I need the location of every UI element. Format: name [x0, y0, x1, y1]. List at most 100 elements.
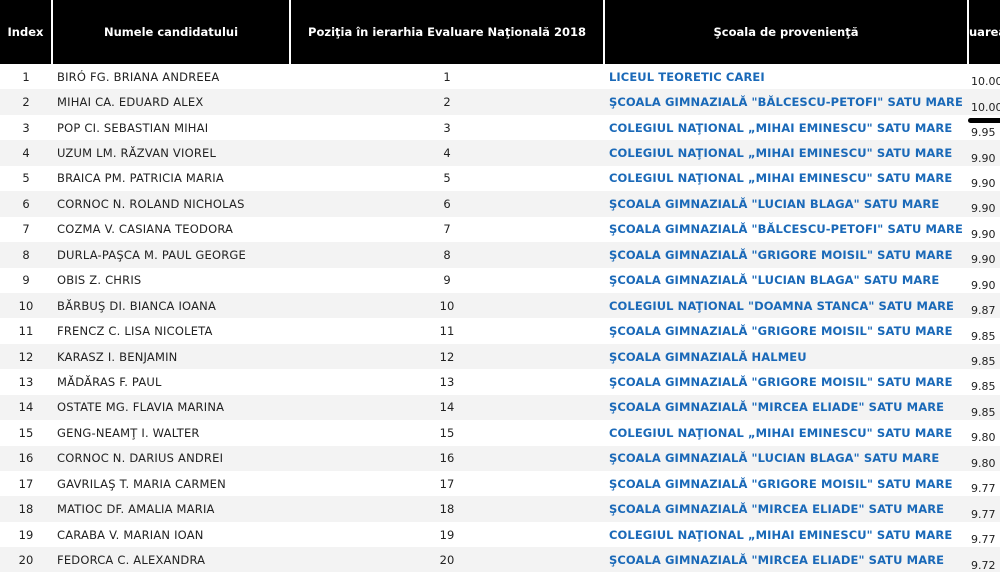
- cell-school-link[interactable]: COLEGIUL NAŢIONAL „MIHAI EMINESCU" SATU …: [604, 420, 968, 445]
- cell-school-link[interactable]: ŞCOALA GIMNAZIALĂ "MIRCEA ELIADE" SATU M…: [604, 547, 968, 572]
- cell-rank: 12: [290, 343, 604, 370]
- cell-score: 9.80: [968, 445, 1000, 471]
- score-value: 9.85: [971, 355, 996, 369]
- cell-school-link[interactable]: COLEGIUL NAŢIONAL „MIHAI EMINESCU" SATU …: [604, 166, 968, 191]
- table-row: 20 FEDORCA C. ALEXANDRA 20 ŞCOALA GIMNAZIAL…: [0, 547, 1000, 572]
- score-value: 9.95: [971, 126, 996, 140]
- score-value: 9.90: [971, 227, 996, 241]
- cell-score: 10.00: [968, 89, 1000, 115]
- cell-school-link[interactable]: ŞCOALA GIMNAZIALĂ "LUCIAN BLAGA" SATU MA…: [604, 268, 968, 293]
- cell-candidate-name: CARABA V. MARIAN IOAN: [57, 527, 204, 542]
- cell-index: 7: [22, 222, 30, 237]
- score-value: 9.77: [971, 482, 996, 496]
- column-header-name[interactable]: Numele candidatului: [52, 0, 291, 64]
- cell-score: 9.90: [968, 217, 1000, 242]
- cell-candidate-name: GAVRILAŞ T. MARIA CARMEN: [57, 476, 226, 491]
- cell-school-link[interactable]: ŞCOALA GIMNAZIALĂ "LUCIAN BLAGA" SATU MA…: [604, 445, 968, 471]
- table-row: 14 OSTATE MG. FLAVIA MARINA 14 ŞCOALA GIMNA…: [0, 394, 1000, 421]
- cell-school-link[interactable]: ŞCOALA GIMNAZIALĂ "GRIGORE MOISIL" SATU …: [604, 369, 968, 394]
- column-header-rank[interactable]: Poziţia în ierarhia Evaluare Naţională 2…: [290, 0, 605, 64]
- cell-rank: 17: [439, 476, 455, 491]
- cell-candidate-name: BIRÓ FG. BRIANA ANDREEA: [57, 69, 220, 84]
- table-row: 18 MATIOC DF. AMALIA MARIA 18 ŞCOALA GIMNAZ…: [0, 496, 1000, 522]
- table-row: 5 BRAICA PM. PATRICIA MARIA 5 COLEGIUL NAŢI…: [0, 166, 1000, 191]
- cell-score: 9.77: [968, 522, 1000, 547]
- cell-index: 15: [18, 425, 34, 440]
- cell-school-link[interactable]: COLEGIUL NAŢIONAL "DOAMNA STANCA" SATU M…: [604, 292, 968, 319]
- cell-school-link[interactable]: ŞCOALA GIMNAZIALĂ "LUCIAN BLAGA" SATU MA…: [604, 191, 968, 217]
- cell-candidate-name: MIHAI CA. EDUARD ALEX: [52, 89, 290, 115]
- cell-candidate-name: OSTATE MG. FLAVIA MARINA: [52, 394, 290, 421]
- cell-candidate-name: MATIOC DF. AMALIA MARIA: [52, 496, 290, 522]
- column-header-index[interactable]: Index: [0, 0, 53, 64]
- score-value: 9.87: [971, 304, 996, 318]
- cell-score: 9.90: [968, 191, 1000, 217]
- cell-index: 10: [0, 292, 52, 319]
- cell-rank: 5: [443, 171, 451, 186]
- cell-index: 19: [18, 527, 34, 542]
- cell-school-link[interactable]: ŞCOALA GIMNAZIALĂ "GRIGORE MOISIL" SATU …: [604, 318, 968, 343]
- cell-school-link[interactable]: ŞCOALA GIMNAZIALĂ "GRIGORE MOISIL" SATU …: [604, 242, 968, 268]
- cell-score: 9.90: [968, 166, 1000, 191]
- cell-candidate-name: MĂDĂRAS F. PAUL: [57, 374, 162, 389]
- table-row: 6 CORNOC N. ROLAND NICHOLAS 6 ŞCOALA GIMNAZ…: [0, 191, 1000, 217]
- cell-school-link[interactable]: ŞCOALA GIMNAZIALĂ "MIRCEA ELIADE" SATU M…: [604, 496, 968, 522]
- cell-score: 9.90: [968, 140, 1000, 166]
- cell-score: 9.85: [968, 343, 1000, 370]
- cell-score: 9.87: [968, 292, 1000, 319]
- table-row: 9 OBIS Z. CHRIS 9 ŞCOALA GIMNAZIALĂ "LUCIAN…: [0, 268, 1000, 293]
- cell-index: 17: [18, 476, 34, 491]
- cell-school-link[interactable]: LICEUL TEORETIC CAREI: [604, 64, 968, 89]
- cell-rank: 19: [439, 527, 455, 542]
- score-value: 9.90: [971, 151, 996, 165]
- cell-school-link[interactable]: ŞCOALA GIMNAZIALĂ HALMEU: [604, 343, 968, 370]
- cell-school-link[interactable]: COLEGIUL NAŢIONAL „MIHAI EMINESCU" SATU …: [604, 140, 968, 166]
- cell-rank: 9: [443, 273, 451, 288]
- cell-candidate-name: DURLA-PAŞCA M. PAUL GEORGE: [52, 242, 290, 268]
- cell-school-link[interactable]: COLEGIUL NAŢIONAL „MIHAI EMINESCU" SATU …: [604, 522, 968, 547]
- cell-rank: 20: [290, 547, 604, 572]
- cell-school-link[interactable]: ŞCOALA GIMNAZIALĂ "GRIGORE MOISIL" SATU …: [604, 471, 968, 496]
- table-row: 4 UZUM LM. RĂZVAN VIOREL 4 COLEGIUL NAŢIONA…: [0, 140, 1000, 166]
- cell-school-link[interactable]: ŞCOALA GIMNAZIALĂ "BĂLCESCU-PETOFI" SATU…: [604, 217, 968, 242]
- cell-score: 9.90: [968, 268, 1000, 293]
- cell-rank: 3: [443, 120, 451, 135]
- cell-index: 2: [0, 89, 52, 115]
- cell-rank: 14: [290, 394, 604, 421]
- cell-school-link[interactable]: COLEGIUL NAŢIONAL „MIHAI EMINESCU" SATU …: [604, 115, 968, 140]
- table-header-row: Index Numele candidatului Poziţia în ier…: [0, 0, 1000, 64]
- cell-candidate-name: OBIS Z. CHRIS: [57, 273, 142, 288]
- cell-school-link[interactable]: ŞCOALA GIMNAZIALĂ "MIRCEA ELIADE" SATU M…: [604, 394, 968, 421]
- cell-candidate-name: COZMA V. CASIANA TEODORA: [57, 222, 234, 237]
- cell-score: 9.85: [968, 394, 1000, 421]
- table-row: 8 DURLA-PAŞCA M. PAUL GEORGE 8 ŞCOALA GIMNA…: [0, 242, 1000, 268]
- cell-candidate-name: FEDORCA C. ALEXANDRA: [52, 547, 290, 572]
- cell-rank: 16: [290, 445, 604, 471]
- table-row: 10 BĂRBUŞ DI. BIANCA IOANA 10 COLEGIUL NAŢI…: [0, 292, 1000, 319]
- cell-index: 14: [0, 394, 52, 421]
- cell-candidate-name: CORNOC N. DARIUS ANDREI: [52, 445, 290, 471]
- cell-rank: 10: [290, 292, 604, 319]
- results-table: Index Numele candidatului Poziţia în ier…: [0, 0, 1000, 572]
- column-header-score[interactable]: uarea: [968, 0, 1000, 64]
- cell-score: 9.85: [968, 318, 1000, 343]
- table-row: 1 BIRÓ FG. BRIANA ANDREEA 1 LICEUL TEORETIC…: [0, 64, 1000, 89]
- cell-rank: 18: [290, 496, 604, 522]
- cell-index: 3: [22, 120, 30, 135]
- score-value: 9.80: [971, 456, 996, 470]
- score-value: 9.77: [971, 507, 996, 521]
- cell-index: 11: [18, 324, 34, 339]
- score-value: 9.85: [971, 405, 996, 419]
- table-row: 13 MĂDĂRAS F. PAUL 13 ŞCOALA GIMNAZIALĂ "GR…: [0, 369, 1000, 394]
- column-header-school[interactable]: Şcoala de provenienţă: [604, 0, 969, 64]
- cell-rank: 2: [290, 89, 604, 115]
- cell-index: 16: [0, 445, 52, 471]
- score-value: 9.90: [971, 253, 996, 267]
- cell-school-link[interactable]: ŞCOALA GIMNAZIALĂ "BĂLCESCU-PETOFI" SATU…: [604, 89, 968, 115]
- cell-score: 9.90: [968, 242, 1000, 268]
- cell-candidate-name: BĂRBUŞ DI. BIANCA IOANA: [52, 292, 290, 319]
- cell-candidate-name: GENG-NEAMŢ I. WALTER: [57, 425, 200, 440]
- cell-candidate-name: CORNOC N. ROLAND NICHOLAS: [52, 191, 290, 217]
- results-table-container: Index Numele candidatului Poziţia în ier…: [0, 0, 1000, 572]
- score-value: 10.00: [971, 100, 1000, 114]
